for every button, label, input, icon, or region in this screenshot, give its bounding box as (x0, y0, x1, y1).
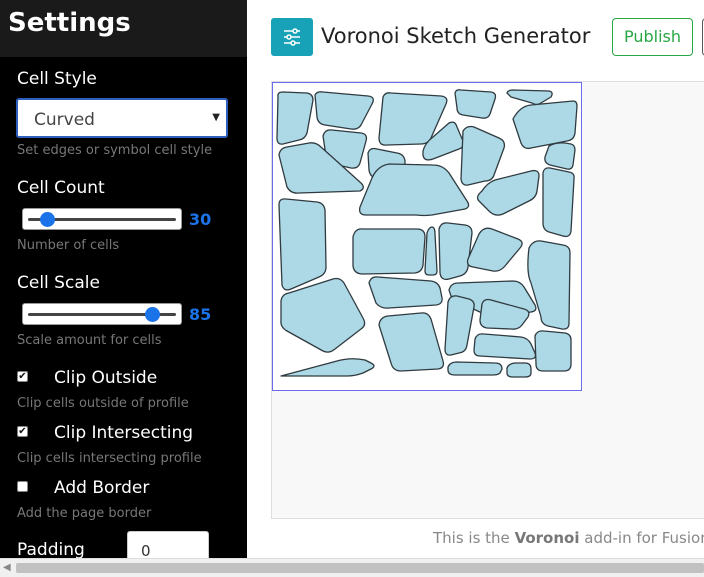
voronoi-cell (424, 226, 438, 276)
cell-count-slider[interactable] (22, 208, 182, 230)
clip-outside-checkbox[interactable]: ✔ (17, 371, 28, 382)
app-title: Voronoi Sketch Generator (321, 24, 591, 48)
cell-style-hint: Set edges or symbol cell style (17, 143, 213, 158)
voronoi-cell (352, 228, 426, 275)
voronoi-cell (358, 163, 470, 217)
clip-outside-label[interactable]: Clip Outside (54, 368, 157, 388)
voronoi-cell (534, 330, 572, 372)
cell-count-hint: Number of cells (17, 238, 120, 253)
add-border-hint: Add the page border (17, 506, 152, 521)
slider-thumb[interactable] (40, 212, 55, 227)
scroll-left-icon[interactable]: ◀ (3, 562, 11, 573)
voronoi-cell (460, 125, 506, 186)
clip-intersecting-checkbox[interactable]: ✔ (17, 426, 28, 437)
footer-text: This is the Voronoi add-in for Fusion (433, 529, 704, 547)
voronoi-preview (272, 82, 582, 391)
clip-intersecting-hint: Clip cells intersecting profile (17, 451, 202, 466)
horizontal-scrollbar[interactable]: ◀ (0, 558, 704, 577)
voronoi-cell (280, 358, 375, 377)
footer-bold: Voronoi (514, 529, 580, 547)
voronoi-cell (506, 89, 553, 106)
publish-button[interactable]: Publish (612, 18, 693, 56)
cell-scale-label: Cell Scale (17, 273, 100, 293)
voronoi-cell (473, 333, 537, 360)
voronoi-cell (527, 240, 571, 330)
voronoi-cell (278, 198, 327, 291)
voronoi-cell (368, 276, 443, 309)
settings-sidebar: Settings Cell Style Curved ▼ Set edges o… (0, 0, 247, 558)
padding-input[interactable]: 0 (127, 531, 209, 558)
voronoi-cell (444, 295, 475, 356)
voronoi-cell (314, 91, 374, 130)
sliders-icon[interactable] (271, 18, 313, 56)
cell-style-select[interactable]: Curved ▼ (16, 98, 228, 138)
sidebar-title: Settings (8, 8, 131, 38)
dropdown-arrow-icon: ▼ (212, 112, 220, 123)
add-border-label[interactable]: Add Border (54, 478, 149, 498)
slider-thumb[interactable] (145, 307, 160, 322)
voronoi-cell (542, 167, 575, 238)
voronoi-cell (447, 361, 503, 376)
scrollbar-thumb[interactable] (16, 563, 704, 573)
cell-scale-hint: Scale amount for cells (17, 333, 162, 348)
voronoi-cells (276, 89, 578, 378)
voronoi-cell (466, 227, 523, 272)
cell-count-label: Cell Count (17, 178, 105, 198)
cell-style-value: Curved (34, 110, 95, 130)
cell-scale-slider[interactable] (22, 303, 182, 325)
voronoi-cell (512, 100, 578, 150)
voronoi-cell (378, 312, 445, 372)
cell-scale-value: 85 (189, 305, 212, 324)
sidebar-header: Settings (0, 0, 247, 57)
clip-outside-hint: Clip cells outside of profile (17, 396, 189, 411)
clip-intersecting-label[interactable]: Clip Intersecting (54, 423, 193, 443)
voronoi-cell (438, 222, 473, 281)
cell-style-label: Cell Style (17, 69, 97, 89)
voronoi-cell (454, 89, 497, 119)
voronoi-cell (280, 277, 366, 353)
voronoi-cell (544, 142, 576, 170)
cell-count-value: 30 (189, 210, 212, 229)
voronoi-cell (506, 362, 532, 378)
padding-label: Padding (17, 540, 85, 558)
voronoi-cell (276, 91, 314, 145)
add-border-checkbox[interactable] (17, 481, 28, 492)
